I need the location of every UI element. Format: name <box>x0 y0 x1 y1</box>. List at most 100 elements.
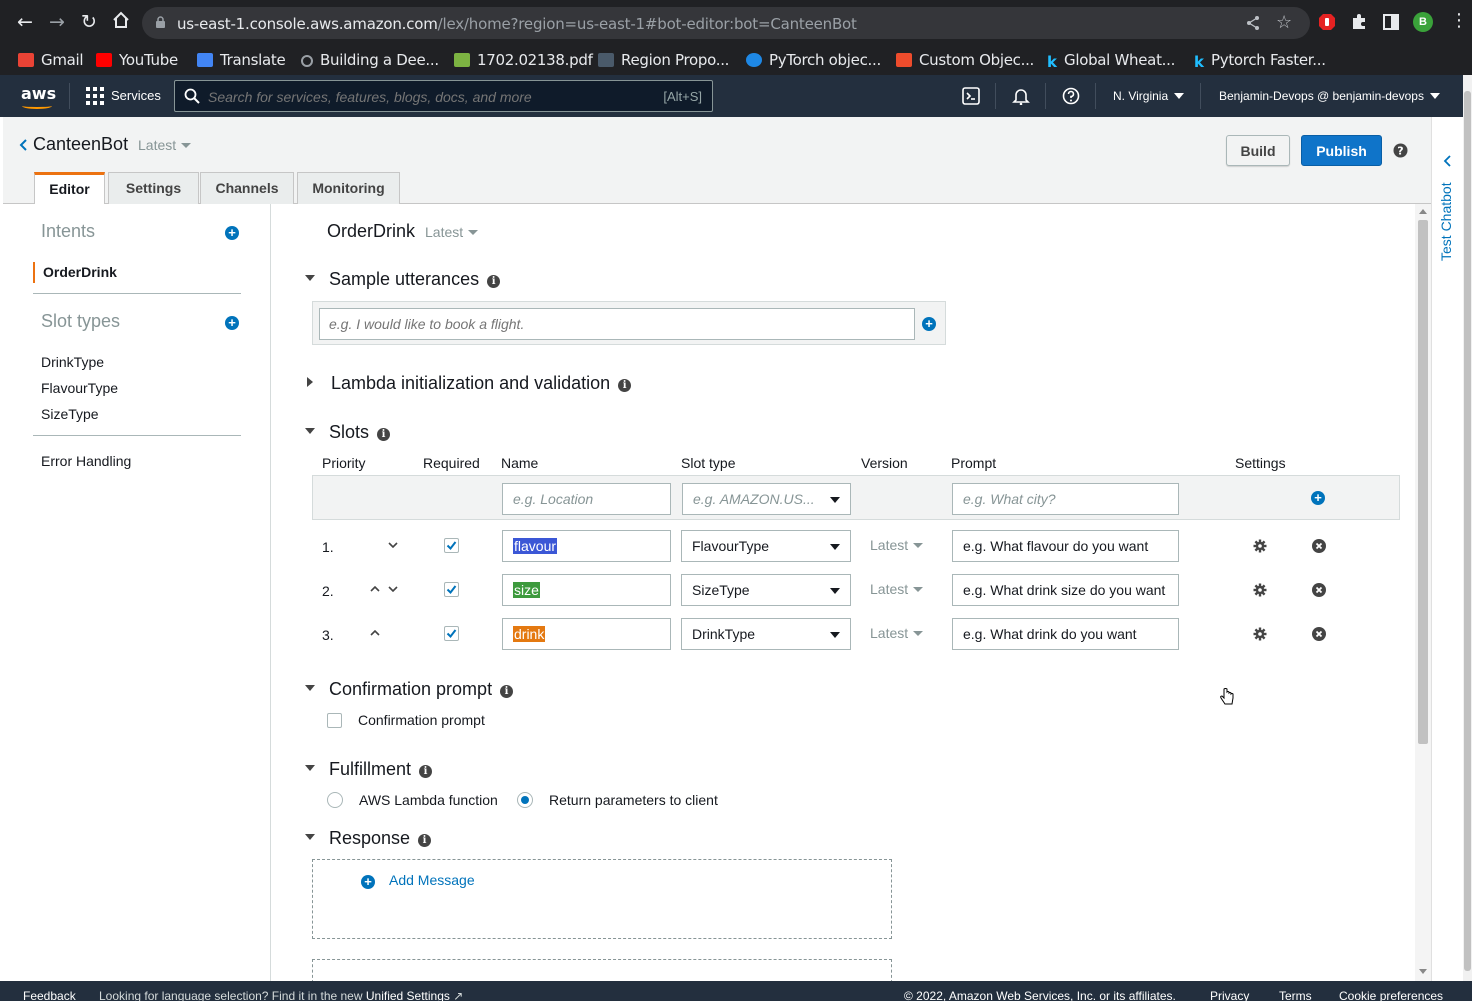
bookmark-region[interactable]: Region Propo... <box>598 48 729 72</box>
lambda-radio[interactable] <box>327 792 343 808</box>
reload-icon[interactable]: ↻ <box>78 11 100 33</box>
new-slot-name-input[interactable]: e.g. Location <box>502 483 671 515</box>
return-params-radio[interactable] <box>517 792 533 808</box>
aws-search-input[interactable] <box>208 89 628 105</box>
extensions-puzzle-icon[interactable] <box>1350 13 1368 31</box>
fulfillment-return-option[interactable]: Return parameters to client <box>517 792 718 808</box>
remove-slot-icon[interactable] <box>1312 627 1326 641</box>
editor-scrollbar[interactable] <box>1415 204 1431 981</box>
add-message-link[interactable]: + Add Message <box>361 872 475 889</box>
move-down-chevron-icon[interactable] <box>388 586 398 592</box>
section-slots[interactable]: Slots i <box>305 422 391 443</box>
bookmark-translate[interactable]: Translate <box>197 48 286 72</box>
section-lambda-init[interactable]: Lambda initialization and validation i <box>305 373 632 394</box>
bookmark-gmail[interactable]: Gmail <box>18 48 84 72</box>
gear-icon[interactable] <box>1253 583 1267 597</box>
add-intent-icon[interactable]: + <box>225 226 239 240</box>
sidebar-item-drinktype[interactable]: DrinkType <box>41 354 104 370</box>
slot-type-select[interactable]: FlavourType <box>681 530 851 562</box>
section-confirmation-prompt[interactable]: Confirmation prompt i <box>305 679 514 700</box>
slot-required-checkbox[interactable] <box>444 582 459 597</box>
privacy-link[interactable]: Privacy <box>1210 989 1249 1001</box>
tab-channels[interactable]: Channels <box>200 172 294 204</box>
slot-version-select[interactable]: Latest <box>870 625 924 641</box>
slot-name-input[interactable]: drink <box>502 618 671 650</box>
forward-arrow-icon[interactable]: → <box>46 11 68 33</box>
slot-name-input[interactable]: flavour <box>502 530 671 562</box>
editor-scrollbar-thumb[interactable] <box>1418 220 1428 744</box>
move-down-chevron-icon[interactable] <box>388 542 398 548</box>
info-icon[interactable]: i <box>377 428 391 441</box>
slot-type-select[interactable]: SizeType <box>681 574 851 606</box>
gear-icon[interactable] <box>1253 539 1267 553</box>
bookmark-star-icon[interactable]: ☆ <box>1276 12 1292 33</box>
help-circle-icon[interactable] <box>1062 87 1080 105</box>
test-chatbot-rail[interactable]: Test Chatbot <box>1431 117 1463 981</box>
slot-prompt-input[interactable]: e.g. What flavour do you want <box>952 530 1179 562</box>
page-scrollbar[interactable] <box>1463 75 1472 981</box>
move-up-chevron-icon[interactable] <box>370 630 380 636</box>
home-icon[interactable] <box>110 11 132 33</box>
move-up-chevron-icon[interactable] <box>370 586 380 592</box>
feedback-link[interactable]: Feedback <box>23 989 76 1001</box>
terms-link[interactable]: Terms <box>1279 989 1312 1001</box>
sidebar-item-sizetype[interactable]: SizeType <box>41 406 99 422</box>
cloudshell-icon[interactable] <box>962 87 980 105</box>
page-scrollbar-thumb[interactable] <box>1464 91 1471 971</box>
publish-button[interactable]: Publish <box>1301 135 1382 166</box>
services-grid-icon[interactable] <box>86 87 104 105</box>
share-icon[interactable] <box>1245 15 1261 31</box>
add-slot-type-icon[interactable]: + <box>225 316 239 330</box>
info-icon[interactable]: i <box>500 685 514 698</box>
scroll-up-arrow-icon[interactable] <box>1419 209 1427 214</box>
utterance-input[interactable] <box>319 308 915 340</box>
back-arrow-icon[interactable]: ← <box>14 11 36 33</box>
confirmation-prompt-option[interactable]: Confirmation prompt <box>327 712 485 728</box>
sidebar-item-error-handling[interactable]: Error Handling <box>41 453 131 469</box>
slot-required-checkbox[interactable] <box>444 538 459 553</box>
info-icon[interactable]: i <box>487 275 501 288</box>
bookmark-custom[interactable]: Custom Objec... <box>896 48 1034 72</box>
info-icon[interactable]: i <box>418 834 432 847</box>
address-bar[interactable]: us-east-1.console.aws.amazon.com/lex/hom… <box>142 7 1310 39</box>
add-slot-icon[interactable]: + <box>1311 491 1325 505</box>
profile-avatar[interactable]: B <box>1413 12 1433 32</box>
bookmark-building[interactable]: Building a Dee... <box>301 48 439 72</box>
section-response[interactable]: Response i <box>305 828 432 849</box>
tab-settings[interactable]: Settings <box>108 172 199 204</box>
slot-required-checkbox[interactable] <box>444 626 459 641</box>
scroll-down-arrow-icon[interactable] <box>1419 969 1427 974</box>
tab-editor[interactable]: Editor <box>34 172 105 205</box>
new-slot-type-select[interactable]: e.g. AMAZON.US... <box>682 483 851 515</box>
bookmark-pytorch-faster[interactable]: k Pytorch Faster... <box>1194 48 1326 72</box>
cookie-preferences-link[interactable]: Cookie preferences <box>1339 989 1443 1001</box>
gear-icon[interactable] <box>1253 627 1267 641</box>
build-button[interactable]: Build <box>1226 135 1290 166</box>
section-sample-utterances[interactable]: Sample utterances i <box>305 269 501 290</box>
aws-search-box[interactable]: [Alt+S] <box>174 80 713 112</box>
intent-version-selector[interactable]: Latest <box>425 224 479 240</box>
section-fulfillment[interactable]: Fulfillment i <box>305 759 433 780</box>
confirmation-checkbox[interactable] <box>327 713 342 728</box>
side-panel-icon[interactable] <box>1382 13 1400 31</box>
fulfillment-lambda-option[interactable]: AWS Lambda function <box>327 792 498 808</box>
region-selector[interactable]: N. Virginia <box>1113 89 1185 103</box>
slot-version-select[interactable]: Latest <box>870 581 924 597</box>
remove-slot-icon[interactable] <box>1312 583 1326 597</box>
slot-name-input[interactable]: size <box>502 574 671 606</box>
help-icon[interactable]: ? <box>1393 143 1408 158</box>
add-utterance-icon[interactable]: + <box>922 317 936 331</box>
info-icon[interactable]: i <box>618 379 632 392</box>
bookmark-youtube[interactable]: YouTube <box>96 48 178 72</box>
bot-version-selector[interactable]: Latest <box>138 137 192 153</box>
services-menu[interactable]: Services <box>111 88 161 103</box>
slot-type-select[interactable]: DrinkType <box>681 618 851 650</box>
slot-prompt-input[interactable]: e.g. What drink do you want <box>952 618 1179 650</box>
remove-slot-icon[interactable] <box>1312 539 1326 553</box>
expand-chevron-icon[interactable] <box>1443 155 1451 167</box>
info-icon[interactable]: i <box>419 765 433 778</box>
bot-name[interactable]: CanteenBot <box>33 134 128 155</box>
extension-adblock-icon[interactable] <box>1318 13 1336 31</box>
account-selector[interactable]: Benjamin-Devops @ benjamin-devops <box>1219 89 1440 103</box>
sidebar-item-flavourtype[interactable]: FlavourType <box>41 380 118 396</box>
